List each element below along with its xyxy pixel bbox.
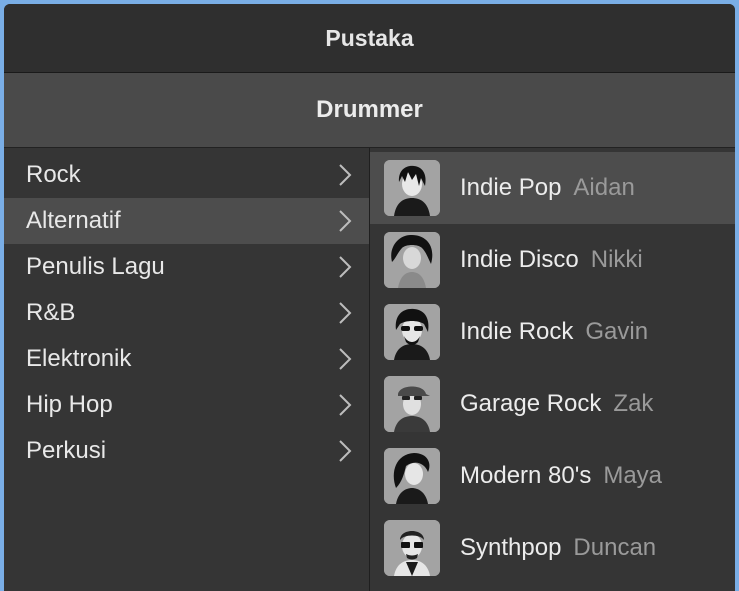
drummer-item-aidan[interactable]: Indie Pop Aidan: [370, 152, 735, 224]
chevron-right-icon: [335, 438, 355, 464]
drummer-name: Aidan: [573, 174, 635, 201]
drummer-item-duncan[interactable]: Synthpop Duncan: [370, 512, 735, 584]
genre-item-alternatif[interactable]: Alternatif: [4, 198, 369, 244]
drummer-item-maya[interactable]: Modern 80's Maya: [370, 440, 735, 512]
drummer-name: Maya: [603, 462, 663, 489]
drummer-avatar-icon: [384, 448, 440, 504]
genre-label: Perkusi: [26, 437, 107, 464]
drummer-section-header: Drummer: [4, 73, 735, 148]
library-title-bar: Pustaka: [4, 4, 735, 73]
genre-item-elektronik[interactable]: Elektronik: [4, 336, 369, 382]
drummer-avatar-icon: [384, 376, 440, 432]
chevron-right-icon: [335, 254, 355, 280]
genre-label: Alternatif: [26, 207, 121, 234]
genre-item-rock[interactable]: Rock: [4, 152, 369, 198]
drummer-avatar-icon: [384, 160, 440, 216]
genre-label: R&B: [26, 299, 76, 326]
drummer-avatar-icon: [384, 520, 440, 576]
library-title: Pustaka: [325, 24, 414, 51]
genre-label: Penulis Lagu: [26, 253, 165, 280]
section-title: Drummer: [316, 96, 423, 123]
drummer-name: Gavin: [585, 318, 649, 345]
genre-item-perkusi[interactable]: Perkusi: [4, 428, 369, 474]
drummer-avatar-icon: [384, 232, 440, 288]
drummer-name: Nikki: [590, 246, 643, 273]
chevron-right-icon: [335, 300, 355, 326]
drummer-style: Indie Pop: [460, 174, 562, 201]
chevron-right-icon: [335, 392, 355, 418]
genre-item-penulis-lagu[interactable]: Penulis Lagu: [4, 244, 369, 290]
genre-item-hip-hop[interactable]: Hip Hop: [4, 382, 369, 428]
genre-item-rnb[interactable]: R&B: [4, 290, 369, 336]
genre-list: Rock Alternatif Penulis Lagu R&B Elektro…: [4, 148, 370, 591]
genre-label: Hip Hop: [26, 391, 113, 418]
drummer-style: Synthpop: [460, 534, 562, 561]
drummer-name: Duncan: [573, 534, 657, 561]
chevron-right-icon: [335, 346, 355, 372]
chevron-right-icon: [335, 162, 355, 188]
drummer-item-nikki[interactable]: Indie Disco Nikki: [370, 224, 735, 296]
drummer-style: Modern 80's: [460, 462, 592, 489]
genre-label: Elektronik: [26, 345, 132, 372]
library-window: Pustaka Drummer Rock Alternatif Penulis …: [4, 4, 735, 591]
drummer-list: Indie Pop Aidan Indie Disco Nikki Indie …: [370, 148, 735, 591]
drummer-item-zak[interactable]: Garage Rock Zak: [370, 368, 735, 440]
drummer-style: Indie Disco: [460, 246, 579, 273]
library-content: Rock Alternatif Penulis Lagu R&B Elektro…: [4, 148, 735, 591]
drummer-name: Zak: [613, 390, 654, 417]
genre-label: Rock: [26, 161, 81, 188]
drummer-avatar-icon: [384, 304, 440, 360]
drummer-style: Garage Rock: [460, 390, 602, 417]
chevron-right-icon: [335, 208, 355, 234]
drummer-item-gavin[interactable]: Indie Rock Gavin: [370, 296, 735, 368]
drummer-style: Indie Rock: [460, 318, 574, 345]
